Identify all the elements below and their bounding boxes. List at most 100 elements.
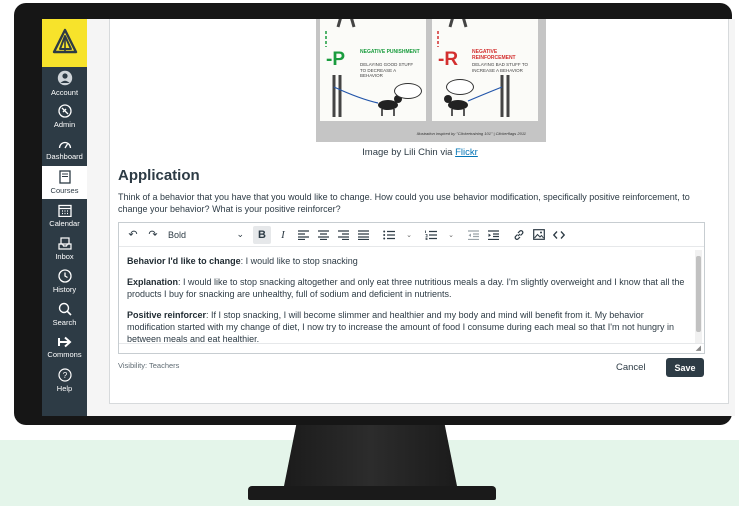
- answer-text: : I would like to stop snacking altogeth…: [127, 277, 685, 299]
- illustration-panel-negative-punishment: -P NEGATIVE PUNISHMENT DELAYING GOOD STU…: [320, 19, 426, 121]
- cancel-button[interactable]: Cancel: [616, 362, 646, 373]
- block-format-select[interactable]: Bold ⌄: [165, 226, 247, 244]
- link-button[interactable]: [511, 226, 527, 244]
- bold-button[interactable]: B: [253, 225, 271, 244]
- align-justify-icon: [357, 229, 369, 240]
- dashboard-gauge-icon: [58, 141, 71, 149]
- editor-scroll-thumb[interactable]: [696, 256, 701, 332]
- answer-label: Positive reinforcer: [127, 310, 207, 320]
- caption-text: Image by Lili Chin via: [362, 147, 453, 158]
- illustration-credit: Illustration inspired by "Clickertrainin…: [416, 131, 526, 136]
- nav-item-admin[interactable]: Admin: [42, 100, 87, 133]
- resize-handle-icon[interactable]: ◢: [696, 344, 701, 352]
- editor-content-area[interactable]: Behavior I'd like to change: I would lik…: [119, 248, 694, 342]
- illustration-panel-negative-reinforcement: -R NEGATIVE REINFORCEMENT DELAYING BAD S…: [432, 19, 538, 121]
- code-icon: [553, 230, 565, 239]
- editor-toolbar: ↶ ↷ Bold ⌄ B I ⌄ ⌄: [119, 223, 704, 247]
- nav-item-label: History: [52, 285, 77, 294]
- align-center-button[interactable]: [315, 226, 331, 244]
- italic-button[interactable]: I: [275, 226, 291, 244]
- history-clock-icon: [57, 269, 72, 283]
- figure-subheading: DELAYING BAD STUFF TO INCREASE A BEHAVIO…: [472, 62, 529, 73]
- discussion-card: -P NEGATIVE PUNISHMENT DELAYING GOOD STU…: [109, 19, 729, 404]
- nav-item-account[interactable]: Account: [42, 67, 87, 100]
- answer-paragraph: Explanation: I would like to stop snacki…: [127, 276, 686, 300]
- align-left-button[interactable]: [295, 226, 311, 244]
- figure-tag: -R: [438, 49, 459, 70]
- nav-item-label: Commons: [47, 350, 82, 359]
- chevron-down-icon: ⌄: [236, 229, 244, 239]
- redo-button[interactable]: ↷: [145, 226, 161, 244]
- visibility-label: Visibility: Teachers: [118, 361, 180, 370]
- bullet-list-button[interactable]: [381, 226, 397, 244]
- image-icon: [533, 229, 545, 240]
- nav-item-label: Account: [50, 88, 79, 97]
- align-left-icon: [297, 229, 309, 240]
- answer-text: : If I stop snacking, I will become slim…: [127, 310, 675, 342]
- monitor-screen: Account Admin Dashboard Courses Calendar…: [42, 19, 735, 416]
- nav-item-search[interactable]: Search: [42, 298, 87, 331]
- rich-text-editor: ↶ ↷ Bold ⌄ B I ⌄ ⌄ Behavior I'd like to …: [118, 222, 705, 354]
- image-caption: Image by Lili Chin via Flickr: [110, 147, 730, 158]
- nav-item-label: Dashboard: [46, 152, 83, 161]
- monitor-stand: [283, 421, 458, 491]
- flickr-link[interactable]: Flickr: [455, 147, 478, 158]
- section-title: Application: [118, 167, 200, 184]
- bullet-list-chevron-icon[interactable]: ⌄: [401, 226, 417, 244]
- monitor-stand-base: [248, 486, 496, 500]
- nav-item-label: Calendar: [49, 218, 80, 228]
- answer-label: Behavior I'd like to change: [127, 256, 241, 266]
- admin-shield-icon: [57, 104, 72, 118]
- monitor-bezel: Account Admin Dashboard Courses Calendar…: [14, 3, 735, 425]
- link-icon: [514, 229, 524, 240]
- brand-logo[interactable]: [42, 19, 87, 67]
- block-format-value: Bold: [168, 229, 187, 240]
- outdent-icon: [467, 229, 479, 240]
- calendar-icon: [57, 204, 72, 217]
- nav-item-inbox[interactable]: Inbox: [42, 232, 87, 265]
- numbered-list-chevron-icon[interactable]: ⌄: [443, 226, 459, 244]
- figure-tag: -P: [326, 49, 345, 70]
- indent-icon: [487, 229, 499, 240]
- nav-item-label: Courses: [50, 186, 79, 195]
- nav-item-dashboard[interactable]: Dashboard: [42, 133, 87, 166]
- help-icon: ?: [57, 368, 72, 382]
- align-justify-button[interactable]: [355, 226, 371, 244]
- answer-label: Explanation: [127, 277, 179, 287]
- save-button[interactable]: Save: [666, 358, 704, 377]
- main-content: -P NEGATIVE PUNISHMENT DELAYING GOOD STU…: [87, 19, 735, 416]
- editor-scrollbar[interactable]: [695, 250, 702, 344]
- commons-arrow-icon: [57, 336, 71, 348]
- nav-item-history[interactable]: History: [42, 265, 87, 298]
- answer-text: : I would like to stop snacking: [240, 256, 358, 266]
- speech-bubble: [446, 79, 474, 95]
- undo-button[interactable]: ↶: [125, 226, 141, 244]
- bullet-list-icon: [383, 230, 395, 239]
- answer-paragraph: Behavior I'd like to change: I would lik…: [127, 255, 686, 267]
- nav-item-help[interactable]: ? Help: [42, 364, 87, 397]
- indent-button[interactable]: [485, 226, 501, 244]
- svg-text:?: ?: [62, 371, 67, 380]
- nav-item-label: Help: [56, 384, 73, 393]
- answer-paragraph: Positive reinforcer: If I stop snacking,…: [127, 309, 686, 342]
- numbered-list-button[interactable]: [423, 226, 439, 244]
- speech-bubble: [394, 83, 422, 99]
- align-right-button[interactable]: [335, 226, 351, 244]
- outdent-button[interactable]: [465, 226, 481, 244]
- nav-item-label: Search: [52, 318, 77, 327]
- editor-status-bar: ◢: [119, 343, 704, 353]
- align-center-icon: [317, 229, 329, 240]
- nav-item-courses[interactable]: Courses: [42, 166, 87, 199]
- section-prompt: Think of a behavior that you have that y…: [118, 192, 690, 214]
- figure-subheading: DELAYING GOOD STUFF TO DECREASE A BEHAVI…: [360, 62, 414, 78]
- courses-book-icon: [58, 170, 71, 184]
- brand-logo-icon: [52, 28, 77, 54]
- nav-item-commons[interactable]: Commons: [42, 331, 87, 364]
- nav-item-label: Admin: [53, 120, 76, 129]
- image-button[interactable]: [531, 226, 547, 244]
- illustration-image: -P NEGATIVE PUNISHMENT DELAYING GOOD STU…: [316, 19, 546, 142]
- nav-item-calendar[interactable]: Calendar: [42, 199, 87, 232]
- embed-code-button[interactable]: [551, 226, 567, 244]
- inbox-icon: [57, 236, 72, 250]
- global-navigation: Account Admin Dashboard Courses Calendar…: [42, 19, 87, 416]
